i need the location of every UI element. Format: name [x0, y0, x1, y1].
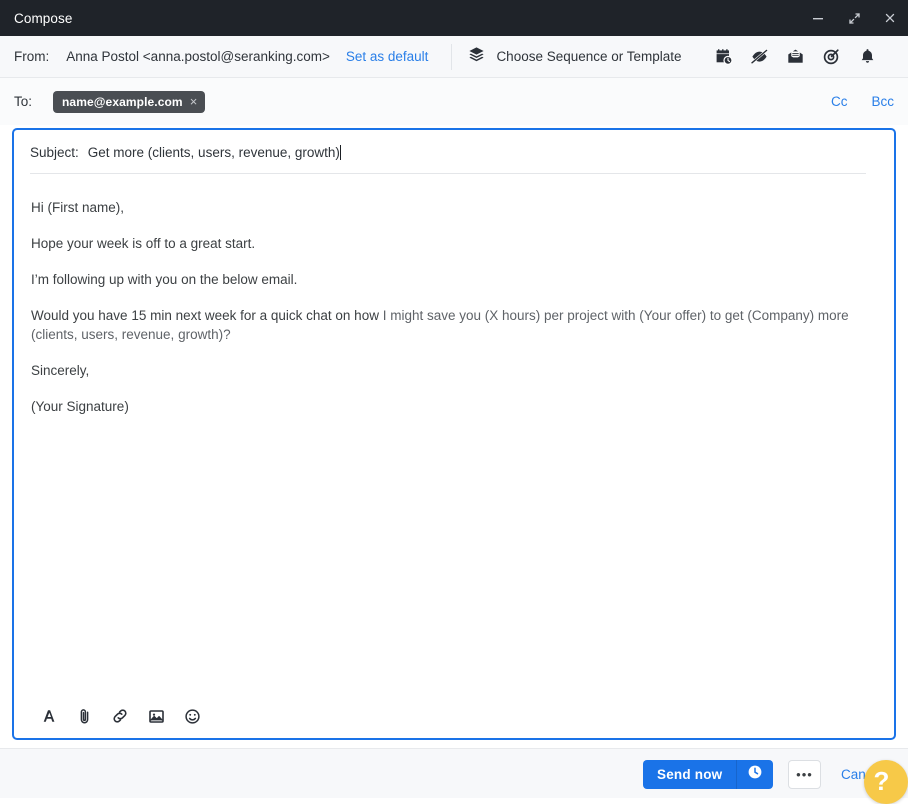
- cc-link[interactable]: Cc: [831, 94, 848, 109]
- body-signature: (Your Signature): [31, 399, 129, 414]
- tracking-off-icon[interactable]: [742, 42, 778, 72]
- subject-divider: [30, 173, 866, 174]
- layers-icon: [468, 46, 485, 68]
- compose-editor[interactable]: Subject: Get more (clients, users, reven…: [12, 128, 896, 740]
- minimize-icon[interactable]: [800, 0, 836, 36]
- schedule-send-button[interactable]: [737, 760, 774, 789]
- choose-sequence-button[interactable]: Choose Sequence or Template: [468, 46, 682, 68]
- compose-toolbar-icons: [706, 42, 886, 72]
- from-label: From:: [14, 49, 50, 64]
- emoji-icon[interactable]: [181, 705, 203, 727]
- body-line-4: Would you have 15 min next week for a qu…: [31, 306, 876, 344]
- help-question-mark: ?: [873, 766, 890, 796]
- body-line-2: Hope your week is off to a great start.: [31, 236, 256, 251]
- target-icon[interactable]: [814, 42, 850, 72]
- send-now-button[interactable]: Send now: [643, 760, 737, 789]
- subject-row[interactable]: Subject: Get more (clients, users, reven…: [14, 130, 894, 174]
- open-mail-icon[interactable]: [778, 42, 814, 72]
- attachment-icon[interactable]: [73, 705, 95, 727]
- link-icon[interactable]: [109, 705, 131, 727]
- close-icon[interactable]: [872, 0, 908, 36]
- send-button-group[interactable]: Send now: [643, 760, 774, 789]
- compose-footer: Send now ••• Cancel: [0, 748, 908, 798]
- from-address[interactable]: Anna Postol <anna.postol@seranking.com>: [66, 49, 330, 64]
- compose-window: Compose From: Anna Postol <anna.postol@s…: [0, 0, 908, 804]
- image-icon[interactable]: [145, 705, 167, 727]
- toolbar-separator: [451, 43, 453, 70]
- bell-icon[interactable]: [850, 42, 886, 72]
- window-title: Compose: [14, 10, 73, 26]
- body-greeting: Hi (First name),: [31, 200, 125, 215]
- more-options-button[interactable]: •••: [788, 760, 821, 789]
- calendar-clock-icon[interactable]: [706, 42, 742, 72]
- message-body[interactable]: Hi (First name), Hope your week is off t…: [14, 180, 894, 694]
- to-label: To:: [14, 94, 33, 109]
- cc-bcc-group: Cc Bcc: [831, 94, 894, 109]
- text-caret: [339, 144, 341, 160]
- set-as-default-link[interactable]: Set as default: [346, 49, 429, 64]
- font-icon[interactable]: [37, 705, 59, 727]
- expand-icon[interactable]: [836, 0, 872, 36]
- body-closing: Sincerely,: [31, 363, 90, 378]
- help-button[interactable]: ?: [864, 760, 908, 804]
- window-titlebar: Compose: [0, 0, 908, 36]
- bcc-link[interactable]: Bcc: [871, 94, 894, 109]
- from-row: From: Anna Postol <anna.postol@seranking…: [0, 36, 908, 78]
- subject-label: Subject:: [30, 144, 79, 160]
- body-line-4-part1: Would you have 15 min next week for a qu…: [31, 308, 383, 323]
- recipient-chip[interactable]: name@example.com ×: [53, 90, 206, 113]
- format-toolbar: [14, 694, 894, 738]
- remove-recipient-icon[interactable]: ×: [190, 95, 198, 108]
- clock-icon: [747, 764, 763, 785]
- subject-input[interactable]: Get more (clients, users, revenue, growt…: [88, 145, 340, 160]
- to-row: To: name@example.com × Cc Bcc: [0, 78, 908, 125]
- window-controls: [800, 0, 908, 36]
- body-line-3: I’m following up with you on the below e…: [31, 272, 298, 287]
- choose-sequence-label: Choose Sequence or Template: [496, 49, 682, 64]
- recipient-email: name@example.com: [62, 94, 183, 109]
